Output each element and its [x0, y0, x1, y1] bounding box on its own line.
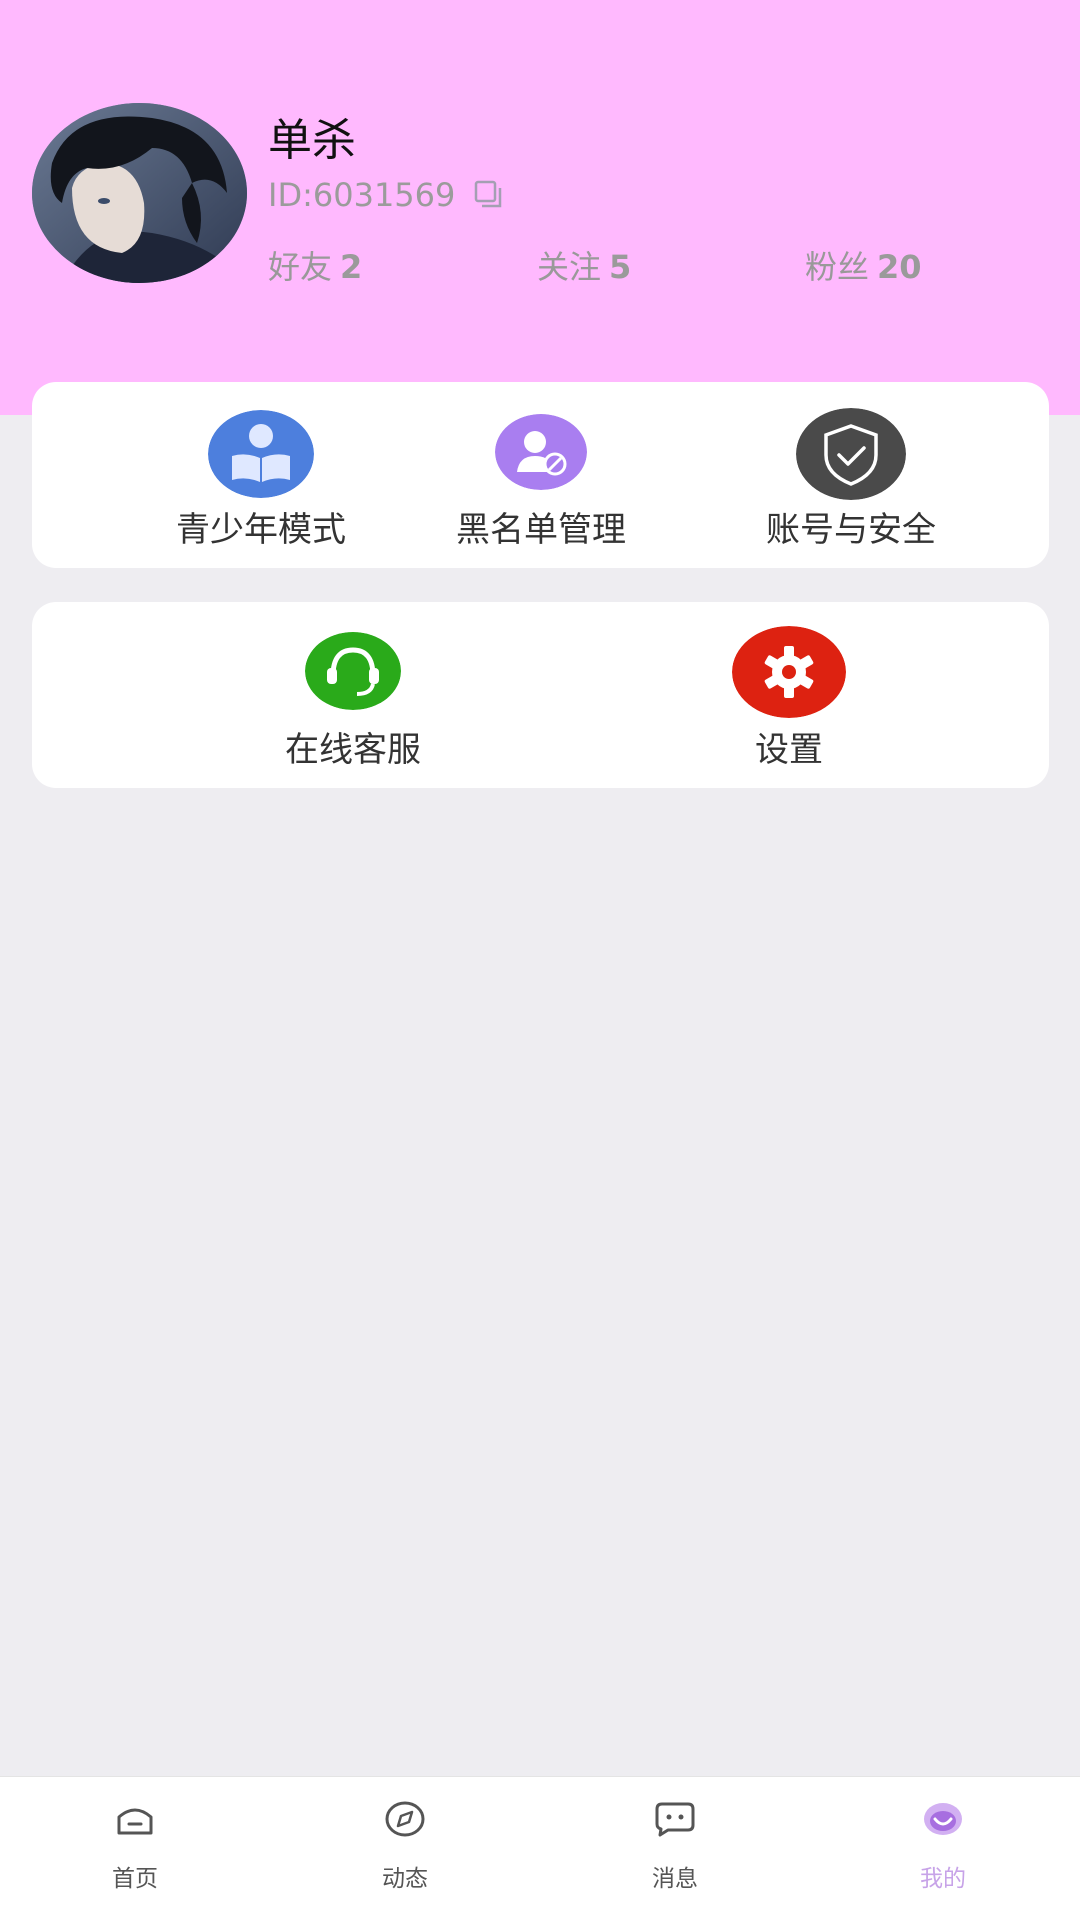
menu-teen-mode[interactable]: 青少年模式 [131, 382, 391, 568]
tab-messages[interactable]: 消息 [575, 1777, 775, 1921]
tab-home-label: 首页 [112, 1866, 158, 1892]
user-id-row: ID:6031569 [268, 176, 505, 214]
headset-icon [305, 632, 401, 710]
stat-following[interactable]: 关注 5 [537, 242, 631, 288]
tab-feed-label: 动态 [382, 1866, 428, 1892]
menu-settings[interactable]: 设置 [659, 602, 919, 788]
copy-icon[interactable] [473, 179, 505, 211]
tab-profile[interactable]: 我的 [843, 1777, 1043, 1921]
menu-card-service: 在线客服 设置 [32, 602, 1049, 788]
menu-customer-service[interactable]: 在线客服 [223, 602, 483, 788]
menu-account-security-label: 账号与安全 [766, 510, 936, 550]
stat-friends[interactable]: 好友 2 [268, 242, 362, 288]
stat-following-label: 关注 [537, 248, 602, 286]
tab-profile-label: 我的 [920, 1866, 966, 1892]
username: 单杀 [268, 115, 356, 166]
menu-account-security[interactable]: 账号与安全 [721, 382, 981, 568]
menu-teen-mode-label: 青少年模式 [176, 510, 346, 550]
menu-customer-service-label: 在线客服 [285, 730, 421, 770]
stat-fans-value: 20 [877, 248, 922, 286]
bottom-tab-bar: 首页 动态 消息 我的 [0, 1776, 1080, 1921]
compass-icon [385, 1801, 425, 1837]
tab-feed[interactable]: 动态 [305, 1777, 505, 1921]
tab-home[interactable]: 首页 [35, 1777, 235, 1921]
stat-friends-label: 好友 [268, 248, 333, 286]
blacklist-icon [495, 414, 587, 490]
teen-mode-icon [208, 410, 314, 498]
gear-icon [732, 626, 846, 718]
menu-settings-label: 设置 [755, 730, 823, 770]
message-icon [655, 1802, 695, 1837]
stat-following-value: 5 [609, 248, 632, 286]
profile-icon [924, 1803, 962, 1835]
stat-friends-value: 2 [340, 248, 363, 286]
user-id: ID:6031569 [268, 176, 456, 214]
stat-fans-label: 粉丝 [805, 248, 870, 286]
menu-card-account: 青少年模式 黑名单管理 账号与安全 [32, 382, 1049, 568]
shield-check-icon [796, 408, 906, 500]
menu-blacklist[interactable]: 黑名单管理 [411, 382, 671, 568]
avatar[interactable] [32, 103, 247, 283]
menu-blacklist-label: 黑名单管理 [456, 510, 626, 550]
home-icon [117, 1808, 153, 1835]
stat-fans[interactable]: 粉丝 20 [805, 242, 922, 288]
tab-messages-label: 消息 [652, 1866, 698, 1892]
